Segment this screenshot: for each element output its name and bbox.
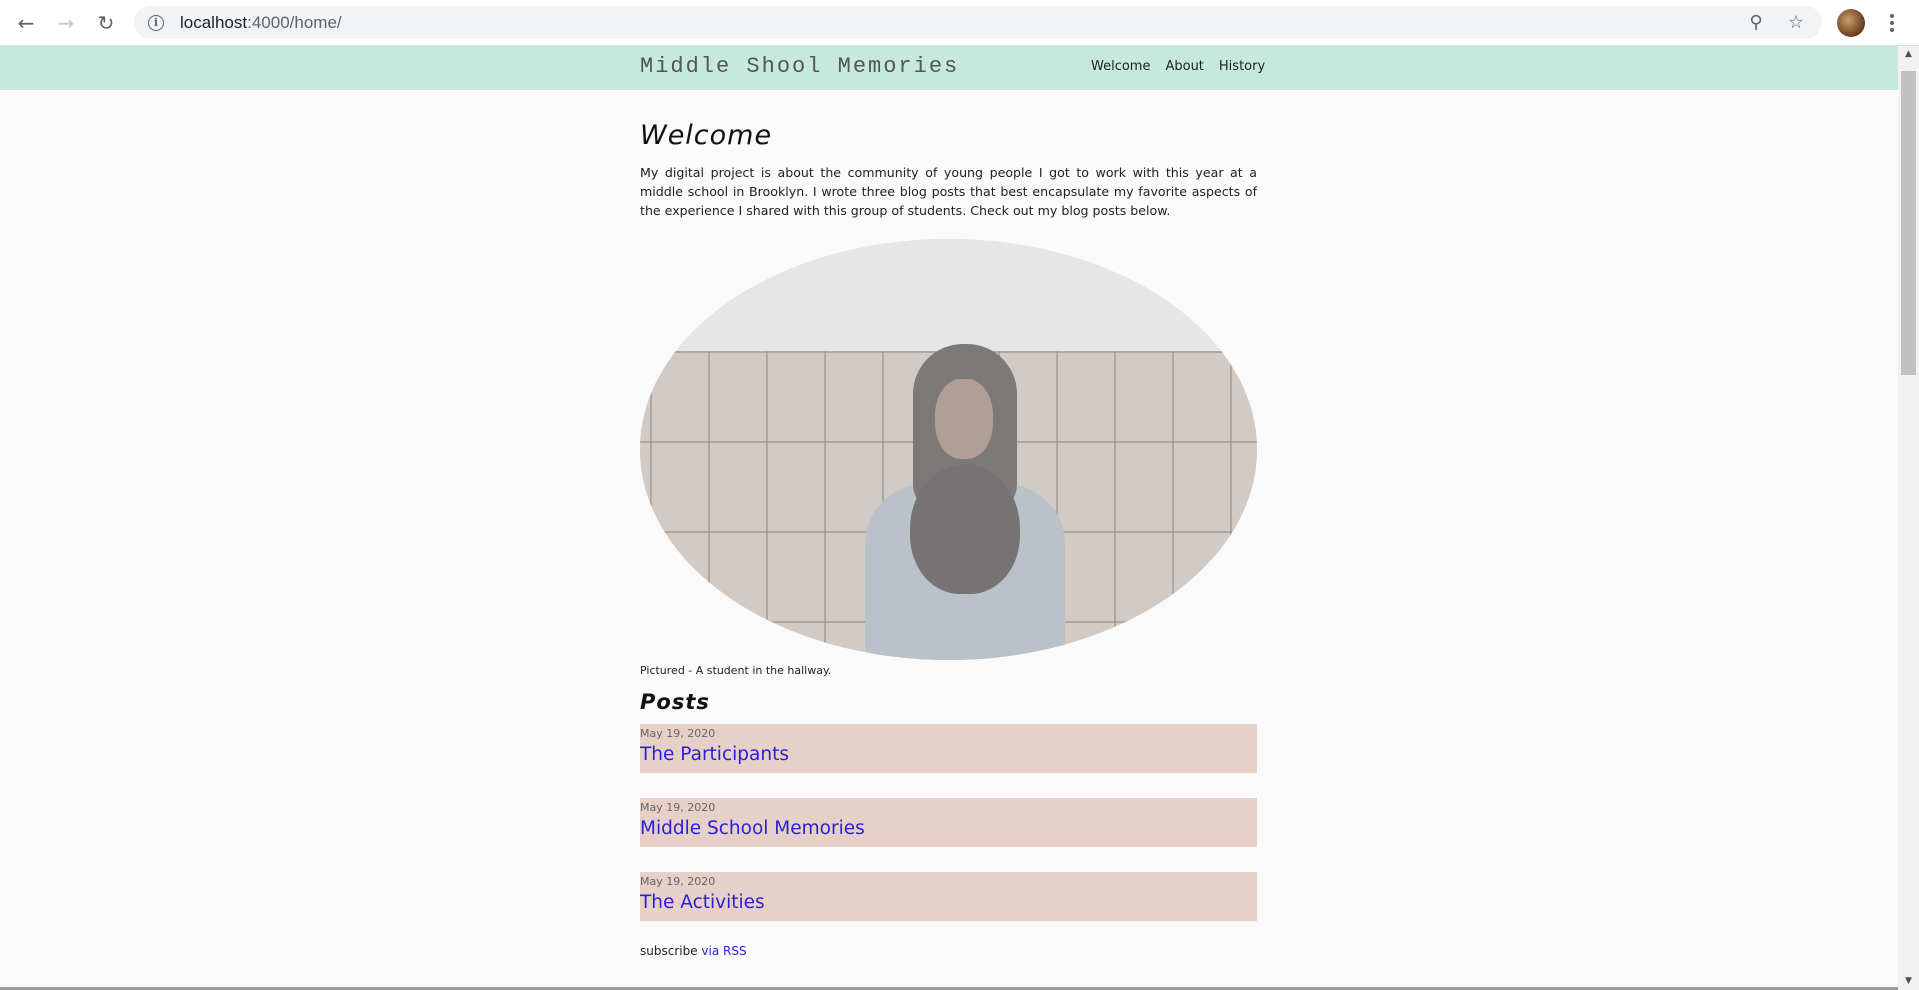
posts-heading: Posts: [640, 690, 710, 714]
post-date: May 19, 2020: [640, 727, 716, 740]
site-title[interactable]: Middle Shool Memories: [640, 54, 959, 79]
subscribe-line: subscribe via RSS: [640, 944, 1257, 958]
intro-paragraph: My digital project is about the communit…: [640, 165, 1257, 218]
nav-link-history[interactable]: History: [1219, 59, 1265, 74]
nav-link-about[interactable]: About: [1165, 59, 1203, 74]
reload-icon[interactable]: ↻: [86, 3, 126, 43]
post-link[interactable]: Middle School Memories: [640, 818, 865, 839]
subscribe-label: subscribe: [640, 944, 702, 958]
browser-toolbar: ← → ↻ i localhost:4000/home/ ⚲ ☆: [0, 0, 1919, 46]
post-list: May 19, 2020 The Participants May 19, 20…: [640, 724, 1257, 921]
info-icon[interactable]: i: [148, 14, 164, 31]
student-photo: [640, 239, 1257, 660]
post-date: May 19, 2020: [640, 875, 716, 888]
post-link[interactable]: The Activities: [640, 892, 765, 913]
photo-caption: Pictured - A student in the hallway.: [640, 664, 832, 677]
post-link[interactable]: The Participants: [640, 744, 789, 765]
main-content: Welcome My digital project is about the …: [640, 90, 1257, 958]
profile-avatar[interactable]: [1837, 9, 1865, 37]
back-arrow-icon[interactable]: ←: [6, 3, 46, 43]
post-item: May 19, 2020 The Participants: [640, 724, 1257, 773]
post-date: May 19, 2020: [640, 801, 716, 814]
url-path: :4000/home/: [247, 12, 342, 32]
forward-arrow-icon[interactable]: →: [46, 3, 86, 43]
scroll-down-arrow-icon[interactable]: ▼: [1898, 973, 1919, 990]
site-header: Middle Shool Memories Welcome About Hist…: [0, 46, 1898, 90]
rss-link[interactable]: via RSS: [701, 944, 746, 958]
page-title: Welcome: [640, 120, 773, 151]
post-item: May 19, 2020 Middle School Memories: [640, 798, 1257, 847]
page-scrollbar[interactable]: ▲ ▼: [1898, 46, 1919, 990]
menu-dots-icon[interactable]: [1880, 8, 1904, 38]
scroll-up-arrow-icon[interactable]: ▲: [1898, 46, 1919, 63]
zoom-icon[interactable]: ⚲: [1736, 6, 1776, 39]
site-nav: Welcome About History: [1091, 59, 1280, 74]
nav-link-welcome[interactable]: Welcome: [1091, 59, 1150, 74]
url-host: localhost: [180, 12, 248, 32]
address-bar[interactable]: i localhost:4000/home/ ⚲ ☆: [134, 6, 1822, 39]
star-icon[interactable]: ☆: [1776, 6, 1816, 39]
scroll-thumb[interactable]: [1901, 71, 1916, 375]
post-item: May 19, 2020 The Activities: [640, 872, 1257, 921]
url-text[interactable]: localhost:4000/home/: [180, 13, 342, 33]
